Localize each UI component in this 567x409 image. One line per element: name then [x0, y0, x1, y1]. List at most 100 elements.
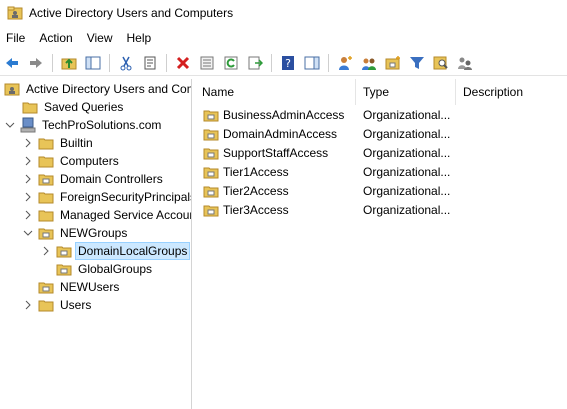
add-to-group-icon[interactable] [455, 53, 475, 73]
tree-item-label: Managed Service Accour [60, 208, 192, 222]
ou-folder-icon [56, 261, 72, 277]
tree-item-saved-queries[interactable]: Saved Queries [22, 98, 125, 116]
tree-item-users[interactable]: Users [22, 296, 93, 314]
folder-icon [22, 99, 38, 115]
back-arrow-icon[interactable] [2, 53, 22, 73]
tree-item-builtin[interactable]: Builtin [22, 134, 95, 152]
chevron-right-icon[interactable] [22, 137, 34, 149]
list-item[interactable]: Tier3Access Organizational... [195, 200, 456, 219]
chevron-right-icon[interactable] [22, 299, 34, 311]
ou-folder-icon [203, 167, 219, 178]
delete-icon[interactable] [173, 53, 193, 73]
column-header-row: Name Type Description [195, 79, 567, 105]
chevron-down-icon[interactable] [4, 119, 16, 131]
refresh-icon[interactable] [221, 53, 241, 73]
list-item[interactable]: BusinessAdminAccess Organizational... [195, 105, 456, 124]
find-objects-icon[interactable] [431, 53, 451, 73]
toolbar: ? [0, 50, 567, 76]
ad-users-icon [4, 81, 20, 97]
ou-folder-icon [203, 186, 219, 197]
chevron-right-icon[interactable] [22, 173, 34, 185]
chevron-right-icon[interactable] [22, 191, 34, 203]
item-type: Organizational... [363, 183, 451, 198]
tree-item-foreign-security-principals[interactable]: ForeignSecurityPrincipals [22, 188, 192, 206]
show-hide-console-tree-icon[interactable] [83, 53, 103, 73]
export-list-icon[interactable] [245, 53, 265, 73]
tree-item-label: Domain Controllers [60, 172, 163, 186]
tree-item-label: Saved Queries [44, 100, 124, 114]
toolbar-separator [52, 53, 53, 72]
list-item[interactable]: Tier2Access Organizational... [195, 181, 456, 200]
filter-icon[interactable] [407, 53, 427, 73]
tree-item-label: NEWUsers [60, 280, 120, 294]
action-pane-icon[interactable] [302, 53, 322, 73]
menu-help[interactable]: Help [120, 28, 159, 48]
ou-folder-icon [38, 225, 54, 241]
tree-item-root[interactable]: Active Directory Users and Com [4, 80, 192, 98]
chevron-right-icon[interactable] [40, 245, 52, 257]
tree-item-newusers[interactable]: NEWUsers [38, 278, 121, 296]
new-user-icon[interactable] [335, 53, 355, 73]
tree-item-label: Active Directory Users and Com [26, 82, 192, 96]
tree-item-label: Builtin [60, 136, 93, 150]
copy-icon[interactable] [140, 53, 160, 73]
item-name: Tier3Access [223, 202, 289, 217]
ou-folder-icon [203, 148, 219, 159]
title-bar: Active Directory Users and Computers [0, 0, 567, 26]
tree-item-globalgroups[interactable]: GlobalGroups [56, 260, 154, 278]
svg-text:?: ? [285, 57, 291, 70]
item-type: Organizational... [363, 107, 451, 122]
tree-item-domain[interactable]: TechProSolutions.com [4, 116, 163, 134]
folder-icon [38, 135, 54, 151]
toolbar-separator [109, 53, 110, 72]
ou-folder-icon [203, 205, 219, 216]
tree-item-computers[interactable]: Computers [22, 152, 121, 170]
window-title: Active Directory Users and Computers [29, 6, 234, 20]
toolbar-separator [271, 53, 272, 72]
new-group-icon[interactable] [359, 53, 379, 73]
tree-item-managed-service-accounts[interactable]: Managed Service Accour [22, 206, 192, 224]
up-folder-icon[interactable] [59, 53, 79, 73]
menu-view[interactable]: View [80, 28, 120, 48]
console-tree: Active Directory Users and Com Saved Que… [0, 79, 192, 409]
properties-icon[interactable] [197, 53, 217, 73]
domain-icon [20, 117, 36, 133]
chevron-down-icon[interactable] [22, 227, 34, 239]
menu-action[interactable]: Action [32, 28, 79, 48]
list-item[interactable]: SupportStaffAccess Organizational... [195, 143, 456, 162]
ou-folder-icon [56, 243, 72, 259]
item-type: Organizational... [363, 164, 451, 179]
tree-item-label: DomainLocalGroups [74, 242, 191, 260]
tree-item-label: NEWGroups [60, 226, 128, 240]
ou-folder-icon [203, 110, 219, 121]
item-type: Organizational... [363, 202, 451, 217]
help-icon[interactable]: ? [278, 53, 298, 73]
chevron-right-icon[interactable] [22, 155, 34, 167]
column-header-type[interactable]: Type [356, 79, 456, 105]
column-header-name[interactable]: Name [195, 79, 356, 105]
column-header-description[interactable]: Description [456, 79, 567, 105]
folder-icon [38, 153, 54, 169]
new-ou-icon[interactable] [383, 53, 403, 73]
tree-item-label: GlobalGroups [78, 262, 153, 276]
cut-icon[interactable] [116, 53, 136, 73]
list-item[interactable]: Tier1Access Organizational... [195, 162, 456, 181]
toolbar-separator [328, 53, 329, 72]
tree-item-label: Users [60, 298, 92, 312]
list-item[interactable]: DomainAdminAccess Organizational... [195, 124, 456, 143]
item-type: Organizational... [363, 145, 451, 160]
tree-item-domainlocalgroups[interactable]: DomainLocalGroups [40, 242, 191, 260]
ad-users-app-icon [7, 6, 23, 20]
folder-icon [38, 189, 54, 205]
forward-arrow-icon[interactable] [26, 53, 46, 73]
tree-item-label: Computers [60, 154, 119, 168]
tree-item-label: ForeignSecurityPrincipals [60, 190, 192, 204]
ou-folder-icon [38, 171, 54, 187]
tree-item-domain-controllers[interactable]: Domain Controllers [22, 170, 165, 188]
chevron-right-icon[interactable] [22, 209, 34, 221]
ou-folder-icon [203, 129, 219, 140]
menu-bar: File Action View Help [0, 28, 567, 48]
folder-icon [38, 207, 54, 223]
menu-file[interactable]: File [0, 28, 32, 48]
tree-item-newgroups[interactable]: NEWGroups [22, 224, 129, 242]
